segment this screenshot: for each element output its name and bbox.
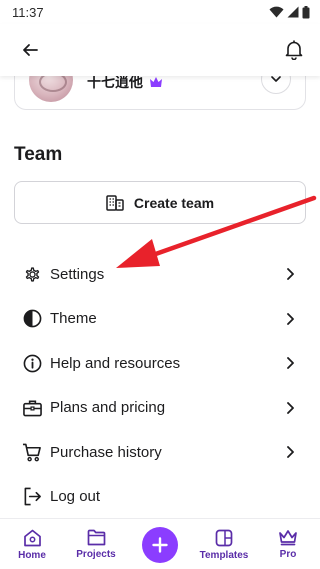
back-button[interactable] xyxy=(16,36,44,64)
menu-item-purchase-history[interactable]: Purchase history xyxy=(0,430,320,475)
info-icon xyxy=(22,353,42,373)
menu-item-settings[interactable]: Settings xyxy=(0,252,320,297)
notifications-button[interactable] xyxy=(280,36,308,64)
chevron-down-icon xyxy=(271,75,281,82)
menu-item-label: Help and resources xyxy=(50,354,181,372)
nav-create[interactable] xyxy=(130,527,190,563)
theme-icon xyxy=(22,309,42,329)
create-team-button[interactable]: Create team xyxy=(14,181,306,224)
signal-icon xyxy=(287,6,299,18)
nav-templates[interactable]: Templates xyxy=(194,529,254,561)
menu-item-plans[interactable]: Plans and pricing xyxy=(0,386,320,431)
battery-icon xyxy=(302,5,310,18)
menu-item-label: Log out xyxy=(50,488,101,506)
bottom-nav: Home Projects Templates Pro xyxy=(0,518,320,569)
create-team-label: Create team xyxy=(133,194,215,211)
menu-item-help[interactable]: Help and resources xyxy=(0,341,320,386)
menu-item-log-out[interactable]: Log out xyxy=(0,475,320,520)
plus-icon xyxy=(152,537,168,553)
status-bar: 11:37 xyxy=(0,0,320,24)
create-fab-button[interactable] xyxy=(142,527,178,563)
status-icons xyxy=(269,5,310,19)
nav-label: Pro xyxy=(279,549,297,560)
logout-icon xyxy=(22,487,42,507)
nav-label: Templates xyxy=(199,550,249,561)
crown-icon xyxy=(279,530,297,546)
status-time: 11:37 xyxy=(12,4,44,20)
nav-projects[interactable]: Projects xyxy=(66,529,126,560)
nav-pro[interactable]: Pro xyxy=(258,529,318,560)
profile-name-text: 十七逍他 xyxy=(87,74,143,90)
building-icon xyxy=(106,194,124,211)
menu-item-label: Plans and pricing xyxy=(50,399,166,417)
menu-item-label: Purchase history xyxy=(50,443,162,461)
menu-item-theme[interactable]: Theme xyxy=(0,297,320,342)
menu-item-label: Settings xyxy=(50,265,105,283)
settings-menu: Settings Theme Help and resources Plans … xyxy=(0,252,320,519)
home-icon xyxy=(23,529,41,547)
bell-icon xyxy=(285,40,303,60)
back-arrow-icon xyxy=(23,44,38,56)
chevron-right-icon xyxy=(284,401,296,414)
chevron-right-icon xyxy=(284,446,296,459)
folder-icon xyxy=(87,529,105,546)
briefcase-icon xyxy=(22,398,42,418)
chevron-right-icon xyxy=(284,312,296,325)
nav-label: Projects xyxy=(76,549,116,560)
gear-icon xyxy=(22,264,42,284)
templates-icon xyxy=(215,529,233,547)
wifi-icon xyxy=(269,6,284,18)
cart-icon xyxy=(22,442,42,462)
app-bar xyxy=(0,24,320,76)
chevron-right-icon xyxy=(284,357,296,370)
pro-crown-badge-icon xyxy=(149,77,162,87)
menu-item-label: Theme xyxy=(50,310,97,328)
team-section-title: Team xyxy=(14,144,63,165)
chevron-right-icon xyxy=(284,268,296,281)
nav-label: Home xyxy=(18,550,46,561)
nav-home[interactable]: Home xyxy=(2,529,62,561)
